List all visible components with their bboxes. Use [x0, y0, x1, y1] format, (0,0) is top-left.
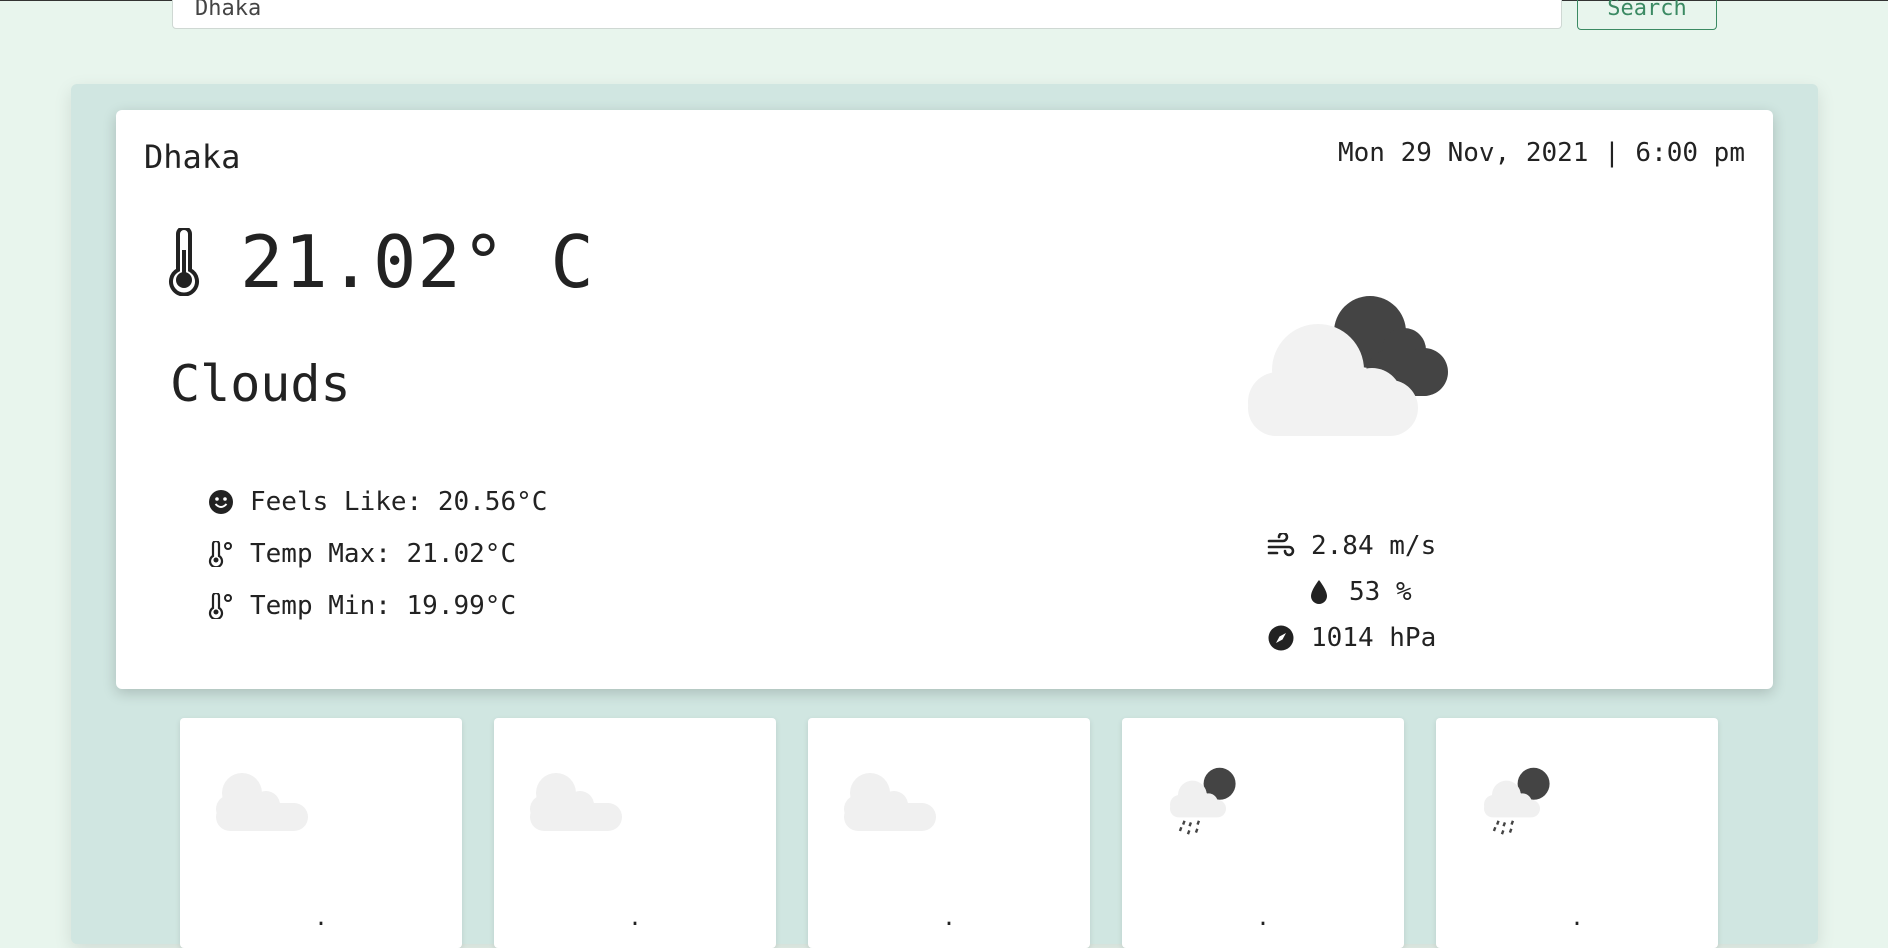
temperature-row: 21.02° C: [166, 220, 595, 304]
forecast-text: .: [1256, 906, 1270, 931]
humidity-value: 53 %: [1349, 577, 1412, 607]
cloud-icon: [530, 773, 622, 831]
thermometer-icon: [169, 228, 199, 296]
weather-condition: Clouds: [170, 355, 351, 413]
humidity-row: 53 %: [1267, 569, 1436, 615]
feels-like-row: Feels Like: 20.56°C: [208, 476, 547, 528]
wind-speed: 2.84 m/s: [1311, 531, 1437, 561]
city-search-input[interactable]: [172, 0, 1562, 29]
forecast-text: .: [1570, 906, 1584, 931]
wind-icon: [1267, 532, 1295, 560]
search-button[interactable]: Search: [1577, 0, 1717, 30]
forecast-card[interactable]: .: [494, 718, 776, 948]
forecast-text: .: [314, 906, 328, 931]
rain-moon-icon: [1484, 767, 1550, 835]
droplet-icon: [1305, 578, 1333, 606]
thermometer-degree-icon: [208, 593, 234, 619]
rain-moon-icon: [1170, 767, 1236, 835]
forecast-text: .: [942, 906, 956, 931]
thermometer-degree-icon: [208, 541, 234, 567]
forecast-card[interactable]: .: [1436, 718, 1718, 948]
temp-max-text: Temp Max: 21.02°C: [250, 539, 517, 569]
temp-min-row: Temp Min: 19.99°C: [208, 580, 547, 632]
temperature-value: 21.02° C: [240, 220, 595, 304]
feels-like-text: Feels Like: 20.56°C: [250, 487, 548, 517]
forecast-card[interactable]: .: [1122, 718, 1404, 948]
current-weather-card: Dhaka Mon 29 Nov, 2021 | 6:00 pm 21.02° …: [116, 110, 1773, 689]
forecast-text: .: [628, 906, 642, 931]
temperature-details: Feels Like: 20.56°C Temp Max: 21.02°C Te…: [208, 476, 547, 632]
weather-stats: 2.84 m/s 53 % 1014 hPa: [1267, 523, 1436, 661]
forecast-card[interactable]: .: [808, 718, 1090, 948]
cloud-icon: [844, 773, 936, 831]
city-name: Dhaka: [144, 138, 241, 176]
temp-max-row: Temp Max: 21.02°C: [208, 528, 547, 580]
forecast-card[interactable]: .: [180, 718, 462, 948]
pressure-value: 1014 hPa: [1311, 623, 1437, 653]
compass-icon: [1267, 624, 1295, 652]
temp-min-text: Temp Min: 19.99°C: [250, 591, 517, 621]
smile-icon: [208, 489, 234, 515]
cloud-icon: [216, 773, 308, 831]
wind-row: 2.84 m/s: [1267, 523, 1436, 569]
date-time: Mon 29 Nov, 2021 | 6:00 pm: [1338, 138, 1745, 168]
pressure-row: 1014 hPa: [1267, 615, 1436, 661]
cloud-moon-icon: [1248, 296, 1448, 436]
